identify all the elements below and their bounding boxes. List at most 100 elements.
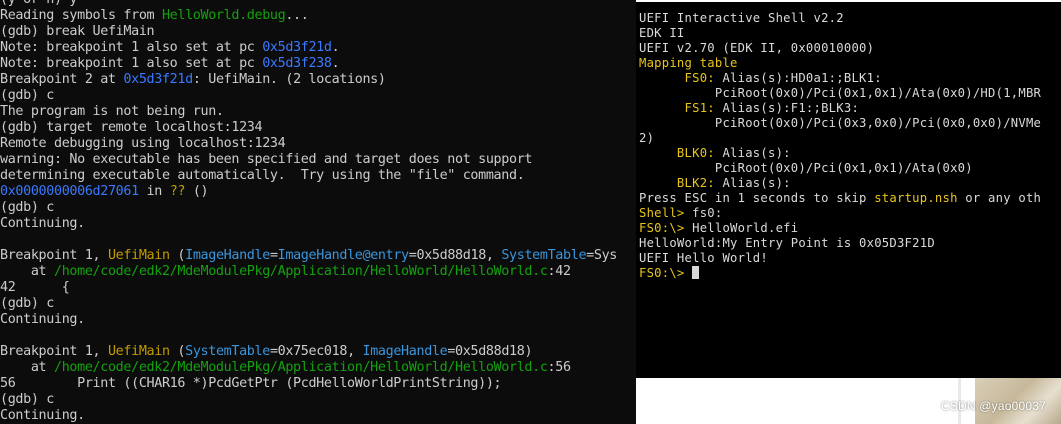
uefi-text-segment: startup.nsh: [874, 191, 958, 205]
uefi-shell-line: Mapping table: [639, 56, 1041, 71]
gdb-text-segment: (gdb) c: [0, 200, 54, 215]
gdb-terminal-output: (y or n) yReading symbols from HelloWorl…: [0, 0, 617, 424]
uefi-text-segment: Press ESC in 1 seconds to skip: [639, 191, 875, 205]
uefi-shell-line: BLK0: Alias(s):: [639, 146, 1041, 161]
gdb-text-segment: (y or n) y: [0, 0, 77, 7]
gdb-line: warning: No executable has been specifie…: [0, 152, 617, 168]
gdb-text-segment: Note: breakpoint 1 also set at pc: [0, 40, 263, 55]
uefi-text-segment: 2): [639, 131, 655, 145]
gdb-text-segment: ImageHandle: [362, 344, 448, 359]
gdb-text-segment: HelloWorld.debug: [161, 8, 286, 23]
gdb-line: (gdb) target remote localhost:1234: [0, 120, 617, 136]
uefi-shell-line: PciRoot(0x0)/Pci(0x1,0x1)/Ata(0x0): [639, 161, 1041, 176]
gdb-terminal-window[interactable]: (y or n) yReading symbols from HelloWorl…: [0, 0, 636, 424]
uefi-shell-line: Press ESC in 1 seconds to skip startup.n…: [639, 191, 1041, 206]
gdb-line: Remote debugging using localhost:1234: [0, 136, 617, 152]
gdb-line: Reading symbols from HelloWorld.debug...: [0, 8, 617, 24]
gdb-text-segment: Reading symbols from: [0, 8, 162, 23]
gdb-text-segment: =0x5d88d18,: [408, 248, 502, 263]
gdb-line: The program is not being run.: [0, 104, 617, 120]
uefi-shell-line: FS1: Alias(s):F1:;BLK3:: [639, 101, 1041, 116]
uefi-shell-line: EDK II: [639, 26, 1041, 41]
uefi-text-segment: FS0:\>: [639, 221, 685, 235]
gdb-text-segment: :56: [547, 360, 571, 375]
gdb-line: Continuing.: [0, 216, 617, 232]
gdb-line: 42 {: [0, 280, 617, 296]
gdb-text-segment: : UefiMain. (2 locations): [192, 72, 386, 87]
gdb-line: (gdb) break UefiMain: [0, 24, 617, 40]
uefi-text-segment: EDK II: [639, 26, 685, 40]
gdb-text-segment: (gdb) c: [0, 392, 54, 407]
uefi-shell-line: UEFI Hello World!: [639, 251, 1041, 266]
text-cursor: [692, 266, 700, 279]
uefi-text-segment: Alias(s):F1:;BLK3:: [714, 101, 860, 115]
gdb-line: (gdb) c: [0, 200, 617, 216]
uefi-shell-line: FS0: Alias(s):HD0a1:;BLK1:: [639, 71, 1041, 86]
gdb-line: [0, 328, 617, 344]
gdb-text-segment: =Sys: [586, 248, 618, 263]
gdb-text-segment: /home/code/edk2/MdeModulePkg/Application…: [53, 360, 548, 375]
gdb-line: Breakpoint 1, UefiMain (ImageHandle=Imag…: [0, 248, 617, 264]
gdb-line: (y or n) y: [0, 0, 617, 8]
gdb-text-segment: determining executable automatically. Tr…: [0, 168, 525, 183]
uefi-shell-line: Shell> fs0:: [639, 206, 1041, 221]
gdb-text-segment: SystemTable: [185, 344, 270, 359]
gdb-text-segment: at: [0, 264, 54, 279]
gdb-text-segment: (: [169, 248, 186, 263]
gdb-line: Note: breakpoint 1 also set at pc 0x5d3f…: [0, 56, 617, 72]
uefi-text-segment: FS0:\>: [639, 266, 685, 280]
uefi-text-segment: PciRoot(0x0)/Pci(0x1,0x1)/Ata(0x0): [639, 161, 973, 175]
uefi-text-segment: Mapping table: [639, 56, 738, 70]
uefi-shell-line: UEFI Interactive Shell v2.2: [639, 11, 1041, 26]
gdb-line: Continuing.: [0, 312, 617, 328]
gdb-text-segment: Breakpoint 2 at: [0, 72, 124, 87]
gdb-text-segment: 42 {: [0, 280, 70, 295]
gdb-text-segment: 56 Print ((CHAR16 *)PcdGetPtr (PcdHelloW…: [0, 376, 502, 391]
gdb-text-segment: SystemTable: [501, 248, 587, 263]
gdb-line: at /home/code/edk2/MdeModulePkg/Applicat…: [0, 264, 617, 280]
gdb-line: determining executable automatically. Tr…: [0, 168, 617, 184]
gdb-text-segment: ImageHandle@entry: [277, 248, 409, 263]
uefi-shell-line: PciRoot(0x0)/Pci(0x1,0x1)/Ata(0x0)/HD(1,…: [639, 86, 1041, 101]
uefi-shell-line: UEFI v2.70 (EDK II, 0x00010000): [639, 41, 1041, 56]
uefi-text-segment: HelloWorld:My Entry Point is 0x05D3F21D: [639, 236, 935, 250]
gdb-text-segment: at: [0, 360, 54, 375]
uefi-text-segment: Shell>: [639, 206, 685, 220]
gdb-text-segment: 0x5d3f21d: [123, 72, 193, 87]
gdb-text-segment: ...: [285, 8, 309, 23]
uefi-text-segment: FS0:: [639, 71, 715, 85]
uefi-text-segment: fs0:: [684, 206, 723, 220]
gdb-text-segment: Breakpoint 1,: [0, 248, 108, 263]
gdb-line: (gdb) c: [0, 88, 617, 104]
gdb-text-segment: in: [138, 184, 170, 199]
uefi-shell-window[interactable]: UEFI Interactive Shell v2.2 EDK II UEFI v2…: [636, 0, 1061, 378]
uefi-text-segment: PciRoot(0x0)/Pci(0x1,0x1)/Ata(0x0)/HD(1,…: [639, 86, 1042, 100]
gdb-text-segment: =0x5d88d18): [447, 344, 533, 359]
gdb-line: at /home/code/edk2/MdeModulePkg/Applicat…: [0, 360, 617, 376]
uefi-text-segment: BLK0:: [639, 146, 715, 160]
gdb-text-segment: (gdb) c: [0, 296, 54, 311]
gdb-text-segment: ??: [169, 184, 186, 199]
gdb-text-segment: Continuing.: [0, 312, 85, 327]
csdn-watermark: CSDN @yao00037: [940, 399, 1046, 413]
gdb-text-segment: .: [331, 40, 340, 55]
uefi-text-segment: Alias(s):: [714, 176, 791, 190]
gdb-line: Breakpoint 2 at 0x5d3f21d: UefiMain. (2 …: [0, 72, 617, 88]
uefi-text-segment: UEFI Interactive Shell v2.2: [639, 11, 844, 25]
gdb-text-segment: (gdb) c: [0, 88, 54, 103]
uefi-text-segment: PciRoot(0x0)/Pci(0x3,0x0)/Pci(0x0,0x0)/N…: [639, 116, 1042, 130]
uefi-text-segment: HelloWorld.efi: [684, 221, 799, 235]
gdb-text-segment: 0x0000000006d27061: [0, 184, 139, 199]
uefi-shell-line: 2): [639, 131, 1041, 146]
gdb-text-segment: Continuing.: [0, 408, 85, 423]
uefi-text-segment: [685, 266, 693, 280]
gdb-text-segment: (gdb) break UefiMain: [0, 24, 155, 39]
uefi-text-segment: FS1:: [639, 101, 715, 115]
uefi-shell-line: PciRoot(0x0)/Pci(0x3,0x0)/Pci(0x0,0x0)/N…: [639, 116, 1041, 131]
uefi-window-top-border: [636, 0, 1061, 2]
uefi-shell-output: UEFI Interactive Shell v2.2 EDK II UEFI v2…: [639, 11, 1041, 281]
uefi-text-segment: or any oth: [957, 191, 1042, 205]
gdb-line: (gdb) c: [0, 296, 617, 312]
uefi-text-segment: Alias(s):: [714, 146, 791, 160]
gdb-text-segment: 0x5d3f238: [262, 56, 332, 71]
